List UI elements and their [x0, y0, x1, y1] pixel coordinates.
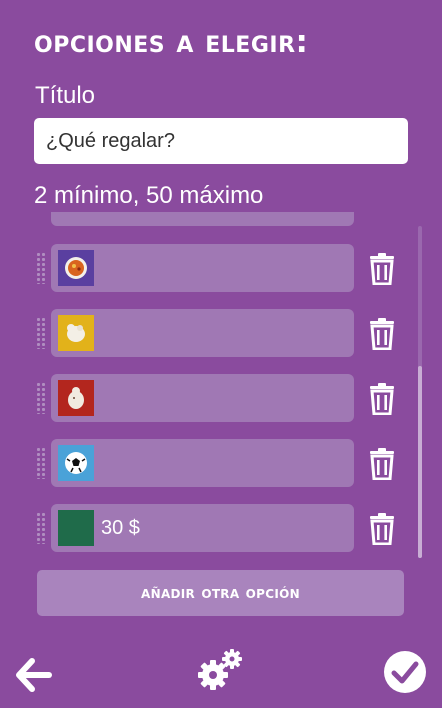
drag-handle-icon[interactable]	[36, 512, 46, 544]
options-list[interactable]: 30 $	[0, 212, 442, 558]
option-item[interactable]	[0, 374, 442, 422]
check-circle-icon[interactable]	[383, 650, 427, 698]
drag-handle-icon[interactable]	[36, 252, 46, 284]
option-item[interactable]	[0, 439, 442, 487]
trash-icon[interactable]	[367, 448, 397, 481]
option-item[interactable]: 30 $	[0, 504, 442, 552]
drag-handle-icon[interactable]	[36, 317, 46, 349]
option-card[interactable]: 30 $	[51, 504, 354, 552]
soccer-ball-thumbnail	[58, 445, 94, 481]
title-label: Título	[35, 82, 96, 109]
option-item-partial[interactable]	[51, 212, 354, 226]
drag-handle-icon[interactable]	[36, 382, 46, 414]
add-option-label: añadir otra opción	[141, 583, 300, 603]
option-card[interactable]	[51, 244, 354, 292]
option-card[interactable]	[51, 309, 354, 357]
trash-icon[interactable]	[367, 253, 397, 286]
drag-handle-icon[interactable]	[36, 447, 46, 479]
option-item[interactable]	[0, 244, 442, 292]
scrollbar[interactable]	[418, 226, 422, 558]
add-option-button[interactable]: añadir otra opción	[37, 570, 404, 616]
gears-icon[interactable]	[196, 648, 244, 698]
page-title: opciones a elegir:	[34, 24, 309, 60]
option-card[interactable]	[51, 439, 354, 487]
option-text[interactable]: 30 $	[101, 504, 140, 552]
trash-icon[interactable]	[367, 318, 397, 351]
arrow-left-icon[interactable]	[16, 658, 52, 696]
scrollbar-thumb[interactable]	[418, 366, 422, 558]
title-input[interactable]	[34, 118, 408, 164]
food-bowl-thumbnail	[58, 250, 94, 286]
option-item[interactable]	[0, 309, 442, 357]
trash-icon[interactable]	[367, 383, 397, 416]
white-figure-yellow-thumbnail	[58, 315, 94, 351]
green-swatch-thumbnail	[58, 510, 94, 546]
count-hint: 2 mínimo, 50 máximo	[34, 182, 264, 209]
trash-icon[interactable]	[367, 513, 397, 546]
white-figure-red-thumbnail	[58, 380, 94, 416]
option-card[interactable]	[51, 374, 354, 422]
